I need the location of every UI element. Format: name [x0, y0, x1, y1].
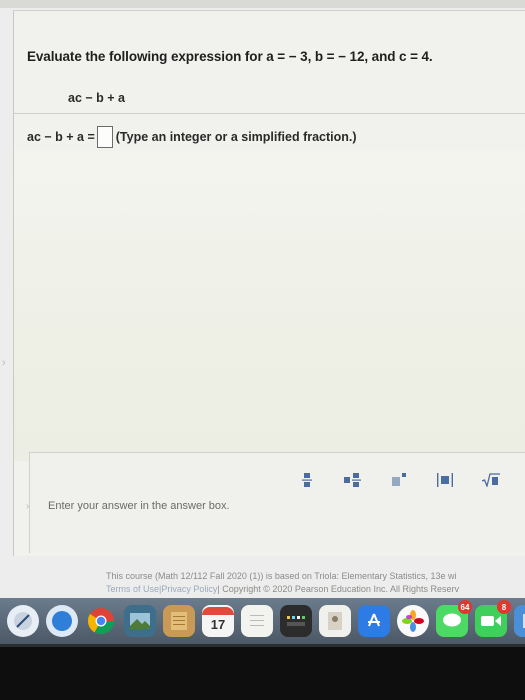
mixed-number-icon[interactable] [336, 470, 370, 490]
status-message: Enter your answer in the answer box. [48, 500, 230, 512]
answer-hint: (Type an integer or a simplified fractio… [115, 130, 357, 144]
dock: 17 64 8 [0, 598, 525, 644]
expand-arrow-icon[interactable]: › [2, 357, 6, 369]
launchpad-icon[interactable] [7, 605, 39, 637]
square-root-icon[interactable] [474, 470, 508, 490]
safari-icon[interactable] [46, 605, 78, 637]
question-prompt: Evaluate the following expression for a … [27, 49, 433, 64]
absolute-value-icon[interactable] [428, 470, 462, 490]
bezel-edge [0, 644, 525, 647]
facetime-badge: 8 [497, 600, 511, 614]
nth-root-icon[interactable] [520, 470, 525, 490]
messages-badge: 64 [458, 600, 472, 614]
privacy-policy-link[interactable]: Privacy Policy [161, 584, 217, 594]
palette-expand-icon[interactable]: › [26, 501, 29, 512]
answer-row: ac − b + a = (Type an integer or a simpl… [27, 123, 357, 151]
reminders-icon[interactable] [241, 605, 273, 637]
notes-icon[interactable] [163, 605, 195, 637]
palette-toolbar [290, 470, 525, 490]
copyright-text: | Copyright © 2020 Pearson Education Inc… [217, 584, 459, 594]
exponent-icon[interactable] [382, 470, 416, 490]
photo-app-icon[interactable] [124, 605, 156, 637]
course-info: This course (Math 12/112 Fall 2020 (1)) … [106, 571, 457, 581]
window-top-frame [0, 0, 525, 8]
app-store-icon[interactable] [358, 605, 390, 637]
keynote-icon[interactable] [280, 605, 312, 637]
photos-icon[interactable] [397, 605, 429, 637]
answer-input[interactable] [96, 126, 113, 148]
calendar-day: 17 [210, 617, 226, 632]
fraction-icon[interactable] [290, 470, 324, 490]
terms-of-use-link[interactable]: Terms of Use [106, 584, 159, 594]
preview-icon[interactable] [514, 605, 525, 637]
expression-display: ac − b + a [68, 91, 125, 105]
facetime-icon[interactable]: 8 [475, 600, 511, 637]
divider [14, 113, 525, 114]
footer-links: Terms of Use|Privacy Policy| Copyright ©… [106, 584, 459, 594]
math-palette: › Enter your answer in the answer box. [26, 452, 525, 553]
answer-expression-label: ac − b + a = [27, 130, 95, 144]
contacts-icon[interactable] [319, 605, 351, 637]
calendar-icon[interactable]: 17 [202, 605, 234, 637]
messages-icon[interactable]: 64 [436, 600, 472, 637]
chrome-icon[interactable] [85, 605, 117, 637]
screen-bezel [0, 644, 525, 700]
work-area [14, 151, 525, 461]
